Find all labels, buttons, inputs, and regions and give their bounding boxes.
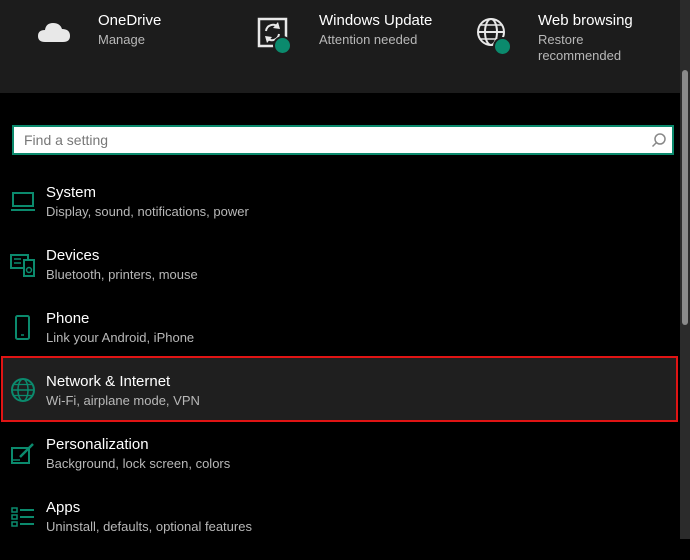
status-dot-icon	[273, 36, 292, 55]
setting-network-internet[interactable]: Network & Internet Wi-Fi, airplane mode,…	[0, 371, 680, 434]
setting-title: Personalization	[46, 436, 149, 453]
setting-title: Phone	[46, 310, 90, 327]
setting-phone[interactable]: Phone Link your Android, iPhone	[0, 308, 680, 371]
setting-description: Bluetooth, printers, mouse	[46, 267, 198, 282]
status-dot-icon	[493, 37, 512, 56]
quick-link-title: Web browsing	[538, 12, 633, 29]
setting-apps[interactable]: Apps Uninstall, defaults, optional featu…	[0, 497, 680, 560]
setting-devices[interactable]: Devices Bluetooth, printers, mouse	[0, 245, 680, 308]
quick-link-title: Windows Update	[319, 12, 433, 29]
setting-system[interactable]: System Display, sound, notifications, po…	[0, 182, 680, 245]
cloud-icon	[35, 12, 75, 52]
scrollbar-thumb[interactable]	[682, 70, 688, 325]
devices-icon	[10, 251, 36, 277]
search-box[interactable]	[12, 125, 674, 155]
quick-link-windows-update[interactable]: Windows Update Attention needed	[256, 0, 456, 93]
phone-icon	[10, 314, 36, 340]
search-icon[interactable]	[651, 132, 667, 148]
quick-link-subtitle: Attention needed	[319, 32, 418, 47]
setting-description: Link your Android, iPhone	[46, 330, 195, 345]
setting-description: Wi-Fi, airplane mode, VPN	[46, 393, 200, 408]
apps-list-icon	[10, 503, 36, 529]
quick-link-onedrive[interactable]: OneDrive Manage	[35, 0, 235, 93]
quick-link-subtitle: Restore recommended	[538, 32, 622, 63]
quick-link-title: OneDrive	[98, 12, 162, 29]
globe-icon	[10, 377, 36, 403]
laptop-icon	[10, 188, 36, 214]
quick-link-web-browsing[interactable]: Web browsing Restore recommended	[475, 0, 675, 93]
setting-title: Apps	[46, 499, 81, 516]
setting-description: Display, sound, notifications, power	[46, 204, 249, 219]
search-input[interactable]	[14, 127, 644, 153]
paintbrush-icon	[10, 440, 36, 466]
setting-description: Background, lock screen, colors	[46, 456, 231, 471]
setting-description: Uninstall, defaults, optional features	[46, 519, 252, 534]
setting-title: Network & Internet	[46, 373, 171, 390]
setting-title: Devices	[46, 247, 100, 264]
setting-title: System	[46, 184, 97, 201]
setting-personalization[interactable]: Personalization Background, lock screen,…	[0, 434, 680, 497]
quick-link-subtitle: Manage	[98, 32, 145, 47]
